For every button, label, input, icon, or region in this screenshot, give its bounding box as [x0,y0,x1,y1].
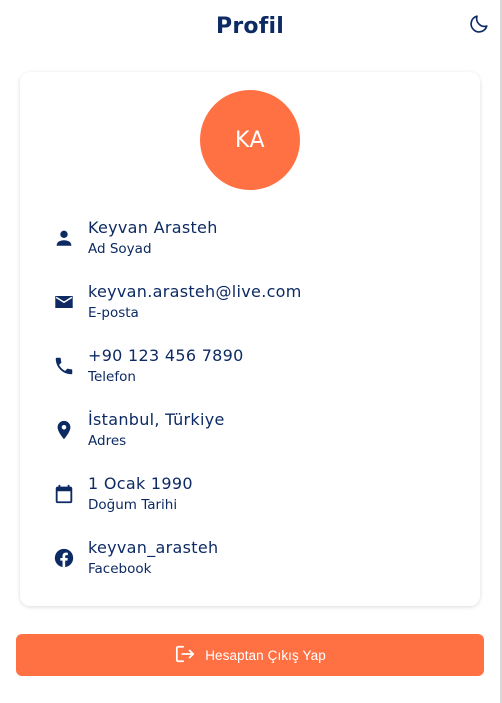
logout-icon [174,644,196,667]
facebook-label: Facebook [88,561,152,577]
email-value: keyvan.arasteh@live.com [88,282,302,301]
info-row-birthdate: 1 Ocak 1990 Doğum Tarihi [20,467,480,531]
page-title: Profil [216,13,284,39]
profile-info-list: Keyvan Arasteh Ad Soyad keyvan.arasteh@l… [20,211,480,595]
logout-label: Hesaptan Çıkış Yap [205,647,326,663]
birthdate-label: Doğum Tarihi [88,497,178,513]
moon-icon [468,13,490,39]
profile-card: KA Keyvan Arasteh Ad Soyad keyvan.araste… [20,72,480,606]
avatar: KA [200,90,300,190]
theme-toggle-button[interactable] [468,15,490,37]
facebook-icon [52,546,76,570]
location-pin-icon [52,418,76,442]
person-icon [52,226,76,250]
mail-icon [52,290,76,314]
facebook-value: keyvan_arasteh [88,538,219,557]
info-row-address: İstanbul, Türkiye Adres [20,403,480,467]
birthdate-value: 1 Ocak 1990 [88,474,193,493]
info-row-name: Keyvan Arasteh Ad Soyad [20,211,480,275]
name-value: Keyvan Arasteh [88,218,218,237]
profile-screen: Profil KA Keyvan Arasteh Ad Soyad keyvan… [0,0,502,703]
app-header: Profil [0,0,500,54]
info-row-phone: +90 123 456 7890 Telefon [20,339,480,403]
address-label: Adres [88,433,127,449]
info-row-email: keyvan.arasteh@live.com E-posta [20,275,480,339]
email-label: E-posta [88,305,139,321]
name-label: Ad Soyad [88,241,152,257]
phone-icon [52,354,76,378]
address-value: İstanbul, Türkiye [88,410,225,429]
calendar-icon [52,482,76,506]
phone-value: +90 123 456 7890 [88,346,244,365]
logout-button[interactable]: Hesaptan Çıkış Yap [16,634,484,676]
avatar-initials: KA [234,127,266,153]
phone-label: Telefon [88,369,136,385]
info-row-facebook: keyvan_arasteh Facebook [20,531,480,595]
